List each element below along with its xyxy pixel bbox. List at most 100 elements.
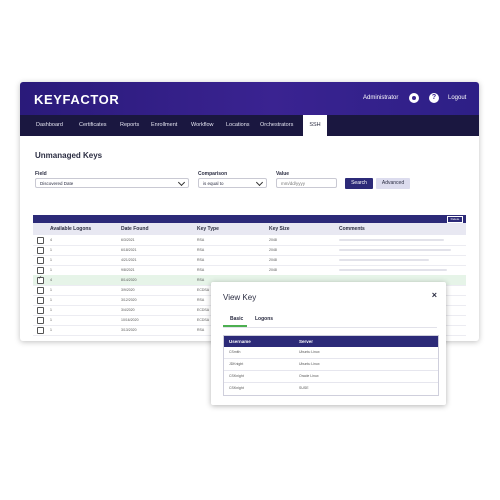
cell-date: 6/3/2021 <box>121 238 135 242</box>
cell-logons: 4 <box>50 278 52 282</box>
row-checkbox[interactable] <box>37 247 44 254</box>
column-header-date[interactable]: Date Found <box>121 223 149 235</box>
column-header-key-type[interactable]: Key Type <box>197 223 219 235</box>
field-select[interactable]: Discovered Date <box>35 178 189 188</box>
nav-ssh[interactable]: SSH <box>303 115 327 136</box>
nav-certificates[interactable]: Certificates <box>79 115 107 136</box>
logout-link[interactable]: Logout <box>448 95 466 101</box>
cell-type: ECDSA <box>197 308 210 312</box>
cell-username: CSKnight <box>229 386 244 390</box>
cell-size: 2048 <box>269 248 277 252</box>
cell-type: RSA <box>197 248 205 252</box>
column-header-logons[interactable]: Available Logons <box>50 223 91 235</box>
comment-placeholder <box>339 249 451 251</box>
cell-type: RSA <box>197 328 205 332</box>
cell-logons: 1 <box>50 258 52 262</box>
nav-reports[interactable]: Reports <box>120 115 139 136</box>
cell-type: RSA <box>197 258 205 262</box>
cell-size: 2048 <box>269 268 277 272</box>
cell-server: SUSE <box>299 386 309 390</box>
cell-server: Ubuntu Linux <box>299 350 320 354</box>
cell-type: RSA <box>197 238 205 242</box>
cell-logons: 1 <box>50 308 52 312</box>
cell-logons: 1 <box>50 318 52 322</box>
cell-logons: 1 <box>50 268 52 272</box>
table-row[interactable]: CSKnight SUSE <box>224 383 438 394</box>
top-bar: KEYFACTOR Administrator ? Logout <box>20 82 479 115</box>
cell-username: CSmith <box>229 350 241 354</box>
nav-workflow[interactable]: Workflow <box>191 115 214 136</box>
user-menu[interactable]: Administrator <box>363 95 398 101</box>
cell-type: RSA <box>197 298 205 302</box>
grid-toolbar: Delete <box>33 215 466 223</box>
column-header-key-size[interactable]: Key Size <box>269 223 290 235</box>
cell-logons: 1 <box>50 328 52 332</box>
table-row[interactable]: CSmith Ubuntu Linux <box>224 347 438 359</box>
cell-username: CSKnight <box>229 374 244 378</box>
cell-server: Ubuntu Linux <box>299 362 320 366</box>
close-icon[interactable]: × <box>432 290 437 300</box>
column-header-server[interactable]: Server <box>299 336 313 347</box>
search-button[interactable]: Search <box>345 178 373 189</box>
row-checkbox[interactable] <box>37 287 44 294</box>
comparison-select-value: is equal to <box>203 181 224 186</box>
cell-logons: 1 <box>50 288 52 292</box>
comparison-label: Comparison <box>198 171 228 177</box>
cell-date: 3/9/2020 <box>121 288 135 292</box>
gear-icon[interactable] <box>409 93 419 103</box>
row-checkbox-checked[interactable] <box>37 275 44 284</box>
table-row[interactable]: JDKnight Ubuntu Linux <box>224 359 438 371</box>
chevron-down-icon <box>177 178 186 187</box>
cell-date: 8/14/2020 <box>121 278 137 282</box>
modal-title: View Key <box>223 293 257 302</box>
cell-type: RSA <box>197 278 205 282</box>
main-nav: Dashboard Certificates Reports Enrollmen… <box>20 115 479 136</box>
field-select-value: Discovered Date <box>40 181 74 186</box>
tab-basic[interactable]: Basic <box>230 316 243 322</box>
help-icon[interactable]: ? <box>429 93 439 103</box>
chevron-down-icon <box>255 178 264 187</box>
table-row[interactable]: CSKnight Oracle Linux <box>224 371 438 383</box>
cell-server: Oracle Linux <box>299 374 319 378</box>
tab-divider <box>223 327 437 328</box>
cell-logons: 4 <box>50 238 52 242</box>
nav-enrollment[interactable]: Enrollment <box>151 115 177 136</box>
nav-orchestrators[interactable]: Orchestrators <box>260 115 293 136</box>
cell-logons: 1 <box>50 248 52 252</box>
row-checkbox[interactable] <box>37 327 44 334</box>
cell-date: 9/8/2021 <box>121 268 135 272</box>
tab-logons[interactable]: Logons <box>255 316 273 322</box>
value-label: Value <box>276 171 290 177</box>
cell-size: 2048 <box>269 258 277 262</box>
field-label: Field <box>35 171 47 177</box>
nav-locations[interactable]: Locations <box>226 115 250 136</box>
cell-username: JDKnight <box>229 362 244 366</box>
row-checkbox[interactable] <box>37 237 44 244</box>
nav-dashboard[interactable]: Dashboard <box>36 115 63 136</box>
cell-date: 3/13/2020 <box>121 328 137 332</box>
cell-size: 2048 <box>269 238 277 242</box>
comparison-select[interactable]: is equal to <box>198 178 267 188</box>
cell-date: 4/21/2021 <box>121 258 137 262</box>
cell-date: 6/18/2021 <box>121 248 137 252</box>
value-input[interactable]: mm/dd/yyyy <box>276 178 337 188</box>
column-header-username[interactable]: Username <box>229 336 251 347</box>
cell-date: 3/12/2020 <box>121 298 137 302</box>
row-checkbox[interactable] <box>37 297 44 304</box>
cell-type: ECDSA <box>197 288 210 292</box>
cell-type: RSA <box>197 268 205 272</box>
page-title: Unmanaged Keys <box>35 151 103 160</box>
cell-date: 10/16/2020 <box>121 318 139 322</box>
view-key-modal: View Key × Basic Logons Username Server … <box>211 282 446 405</box>
logons-table-header: Username Server <box>224 336 438 347</box>
logons-table: Username Server CSmith Ubuntu Linux JDKn… <box>223 335 439 396</box>
delete-button[interactable]: Delete <box>447 216 463 223</box>
row-checkbox[interactable] <box>37 267 44 274</box>
column-header-comments[interactable]: Comments <box>339 223 365 235</box>
comment-placeholder <box>339 239 444 241</box>
row-checkbox[interactable] <box>37 317 44 324</box>
row-checkbox[interactable] <box>37 257 44 264</box>
advanced-button[interactable]: Advanced <box>376 178 410 189</box>
row-checkbox[interactable] <box>37 307 44 314</box>
keyfactor-logo: KEYFACTOR <box>34 92 120 107</box>
